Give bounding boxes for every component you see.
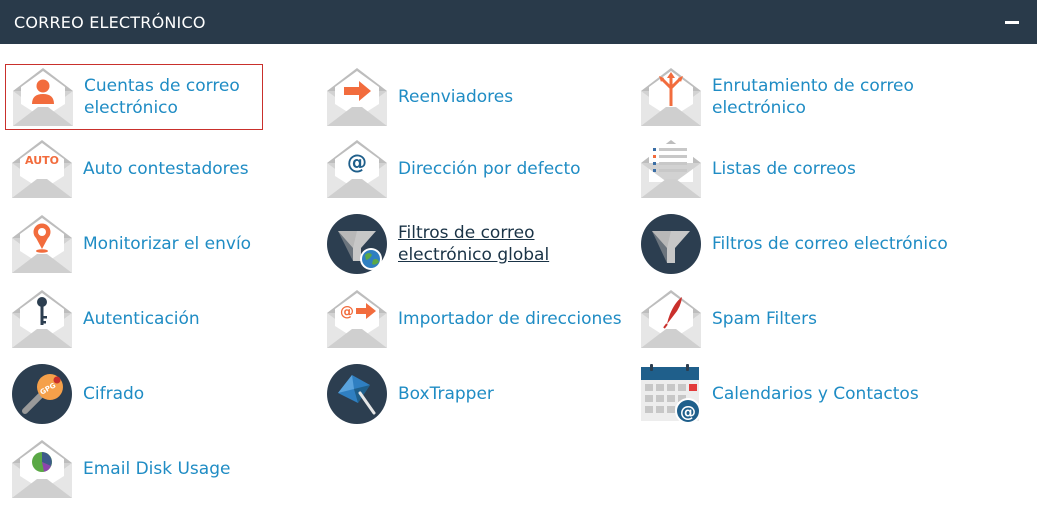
global-email-filters-icon bbox=[327, 214, 387, 274]
email-accounts-icon bbox=[13, 68, 73, 126]
tool-autoresponders[interactable]: AUTO Auto contestadores bbox=[11, 136, 311, 202]
panel-title: CORREO ELECTRÓNICO bbox=[14, 12, 206, 32]
default-address-icon: @ bbox=[327, 140, 387, 198]
email-routing-icon bbox=[641, 68, 701, 126]
address-importer-icon: @ bbox=[327, 290, 387, 348]
tool-email-routing[interactable]: Enrutamiento de correo electrónico bbox=[640, 64, 940, 130]
tool-label: Importador de direcciones bbox=[398, 309, 622, 329]
email-filters-icon bbox=[641, 214, 701, 274]
tool-label: Email Disk Usage bbox=[83, 459, 231, 479]
email-tools-grid: Cuentas de correo electrónico Reenviador… bbox=[0, 44, 1037, 513]
svg-text:@: @ bbox=[347, 150, 367, 174]
svg-text:AUTO: AUTO bbox=[25, 154, 59, 167]
tool-encryption[interactable]: GPG Cifrado bbox=[11, 361, 311, 427]
tool-mailing-lists[interactable]: Listas de correos bbox=[640, 136, 940, 202]
autoresponders-icon: AUTO bbox=[12, 140, 72, 198]
tool-global-email-filters[interactable]: Filtros de correo electrónico global bbox=[326, 211, 636, 277]
authentication-icon bbox=[12, 290, 72, 348]
tool-label: Dirección por defecto bbox=[398, 159, 581, 179]
tool-boxtrapper[interactable]: BoxTrapper bbox=[326, 361, 626, 427]
mailing-lists-icon bbox=[641, 140, 701, 198]
spam-filters-icon bbox=[641, 290, 701, 348]
tool-label: Cifrado bbox=[83, 384, 145, 404]
email-disk-usage-icon bbox=[12, 440, 72, 498]
encryption-icon: GPG bbox=[12, 364, 72, 424]
tool-label: Enrutamiento de correo electrónico bbox=[712, 76, 914, 118]
calendars-contacts-icon: @ bbox=[641, 364, 701, 424]
tool-address-importer[interactable]: @ Importador de direcciones bbox=[326, 286, 626, 352]
tool-label: Spam Filters bbox=[712, 309, 817, 329]
tool-label: Calendarios y Contactos bbox=[712, 384, 919, 404]
tool-label: Autenticación bbox=[83, 309, 200, 329]
tool-label: Cuentas de correo electrónico bbox=[84, 76, 240, 118]
email-panel: CORREO ELECTRÓNICO Cuentas de correo ele… bbox=[0, 0, 1037, 513]
tool-track-delivery[interactable]: Monitorizar el envío bbox=[11, 211, 311, 277]
tool-label: Reenviadores bbox=[398, 87, 514, 107]
tool-forwarders[interactable]: Reenviadores bbox=[326, 64, 626, 130]
minus-icon bbox=[1005, 20, 1019, 24]
forwarders-icon bbox=[327, 68, 387, 126]
tool-label: Filtros de correo electrónico bbox=[712, 234, 948, 254]
tool-email-accounts[interactable]: Cuentas de correo electrónico bbox=[5, 64, 263, 130]
svg-text:@: @ bbox=[340, 304, 354, 320]
tool-authentication[interactable]: Autenticación bbox=[11, 286, 311, 352]
tool-email-disk-usage[interactable]: Email Disk Usage bbox=[11, 436, 311, 502]
tool-spam-filters[interactable]: Spam Filters bbox=[640, 286, 940, 352]
svg-text:@: @ bbox=[680, 402, 696, 421]
boxtrapper-icon bbox=[327, 364, 387, 424]
tool-label: Monitorizar el envío bbox=[83, 234, 252, 254]
tool-default-address[interactable]: @ Dirección por defecto bbox=[326, 136, 626, 202]
tool-label: Listas de correos bbox=[712, 159, 856, 179]
tool-label: BoxTrapper bbox=[398, 384, 494, 404]
track-delivery-icon bbox=[12, 215, 72, 273]
tool-label: Filtros de correo electrónico global bbox=[398, 223, 550, 265]
panel-header: CORREO ELECTRÓNICO bbox=[0, 0, 1037, 44]
tool-label: Auto contestadores bbox=[83, 159, 249, 179]
collapse-button[interactable] bbox=[1001, 11, 1023, 33]
tool-email-filters[interactable]: Filtros de correo electrónico bbox=[640, 211, 950, 277]
tool-calendars-contacts[interactable]: @ Calendarios y Contactos bbox=[640, 361, 940, 427]
